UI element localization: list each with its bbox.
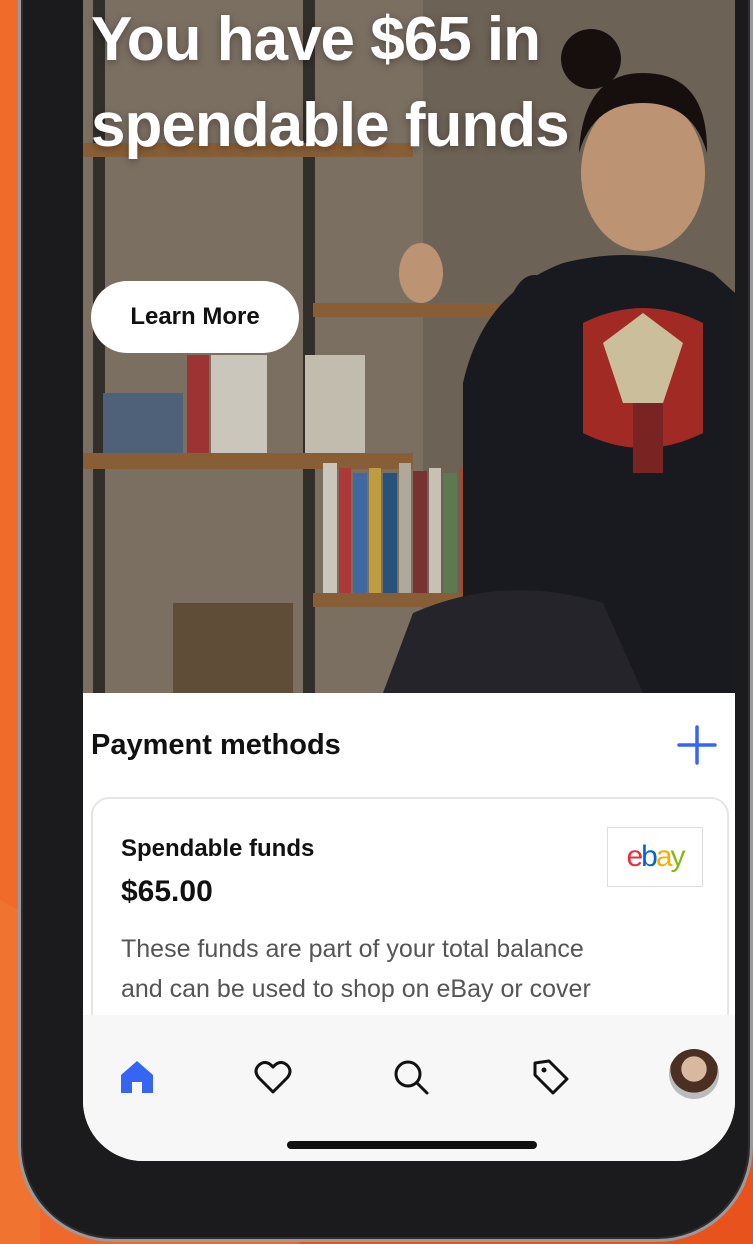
- bottom-tab-bar: [83, 1015, 735, 1161]
- learn-more-button[interactable]: Learn More: [91, 281, 299, 353]
- phone-frame: You have $65 in spendable funds Learn Mo…: [18, 0, 753, 1242]
- app-screen: You have $65 in spendable funds Learn Mo…: [83, 0, 735, 1161]
- heart-icon: [254, 1060, 292, 1094]
- search-icon: [394, 1060, 429, 1095]
- tab-home[interactable]: [109, 1049, 165, 1105]
- payment-methods-title: Payment methods: [91, 729, 341, 761]
- tag-icon: [533, 1059, 569, 1095]
- card-title: Spendable funds: [121, 835, 315, 862]
- hero-title: You have $65 in spendable funds: [91, 5, 570, 160]
- card-amount: $65.00: [121, 875, 213, 908]
- add-payment-method-button[interactable]: [675, 723, 719, 767]
- tab-selling[interactable]: [523, 1049, 579, 1105]
- ebay-logo-a: a: [655, 840, 673, 873]
- tab-search[interactable]: [383, 1049, 439, 1105]
- ebay-logo-y: y: [670, 840, 686, 873]
- tab-watchlist[interactable]: [245, 1049, 301, 1105]
- ebay-logo-b: b: [641, 840, 658, 873]
- plus-icon: [677, 725, 717, 765]
- home-indicator: [287, 1141, 537, 1149]
- payment-methods-header: Payment methods: [91, 723, 727, 767]
- hero-banner: You have $65 in spendable funds Learn Mo…: [83, 0, 735, 693]
- avatar[interactable]: [669, 1049, 719, 1099]
- ebay-logo: ebay: [607, 827, 703, 887]
- ebay-logo-e: e: [626, 840, 643, 873]
- home-icon: [121, 1061, 153, 1093]
